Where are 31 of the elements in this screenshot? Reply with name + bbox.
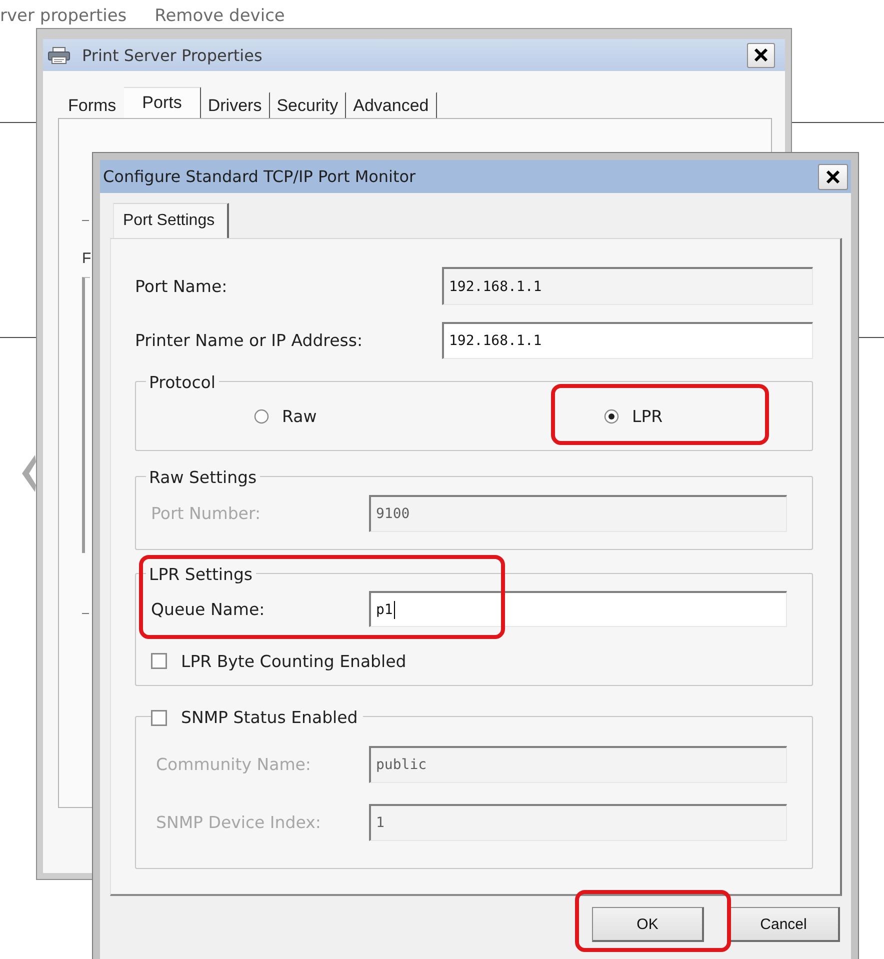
dialog-button[interactable]: OK <box>592 907 704 942</box>
close-icon <box>826 170 840 184</box>
text-field[interactable]: 192.168.1.1 <box>442 267 813 305</box>
list-label: F <box>82 250 91 268</box>
menu-item[interactable]: Remove device <box>154 6 285 28</box>
text-field[interactable]: p1 <box>369 591 787 627</box>
group-title: Raw Settings <box>146 468 260 488</box>
close-icon <box>754 48 768 62</box>
field-label: Community Name: <box>156 755 311 774</box>
text-field[interactable]: 192.168.1.1 <box>442 322 813 359</box>
group-title: LPR Settings <box>146 565 256 585</box>
field-label: Queue Name: <box>151 600 265 618</box>
close-button[interactable] <box>818 164 848 190</box>
radio-option[interactable]: Raw <box>254 406 317 426</box>
close-button[interactable] <box>747 42 775 68</box>
field-label: Port Number: <box>151 504 261 523</box>
tab[interactable]: Ports <box>124 87 201 118</box>
tab[interactable]: Forms <box>61 92 124 118</box>
chevron-icon <box>22 455 36 492</box>
field-label: Printer Name or IP Address: <box>135 331 363 350</box>
printer-icon <box>48 46 70 64</box>
dialog-button[interactable]: Cancel <box>728 907 840 942</box>
checkbox-option[interactable]: LPR Byte Counting Enabled <box>151 651 406 671</box>
radio-option[interactable]: LPR <box>604 406 663 426</box>
menu-item[interactable]: rver properties <box>0 6 127 28</box>
window-title: Configure Standard TCP/IP Port Monitor <box>103 167 416 186</box>
window-title: Print Server Properties <box>82 46 262 64</box>
tab[interactable]: Port Settings <box>113 203 229 238</box>
checkbox-option[interactable]: SNMP Status Enabled <box>151 708 363 728</box>
field-label: Port Name: <box>135 276 228 296</box>
field-label: SNMP Device Index: <box>156 813 321 832</box>
